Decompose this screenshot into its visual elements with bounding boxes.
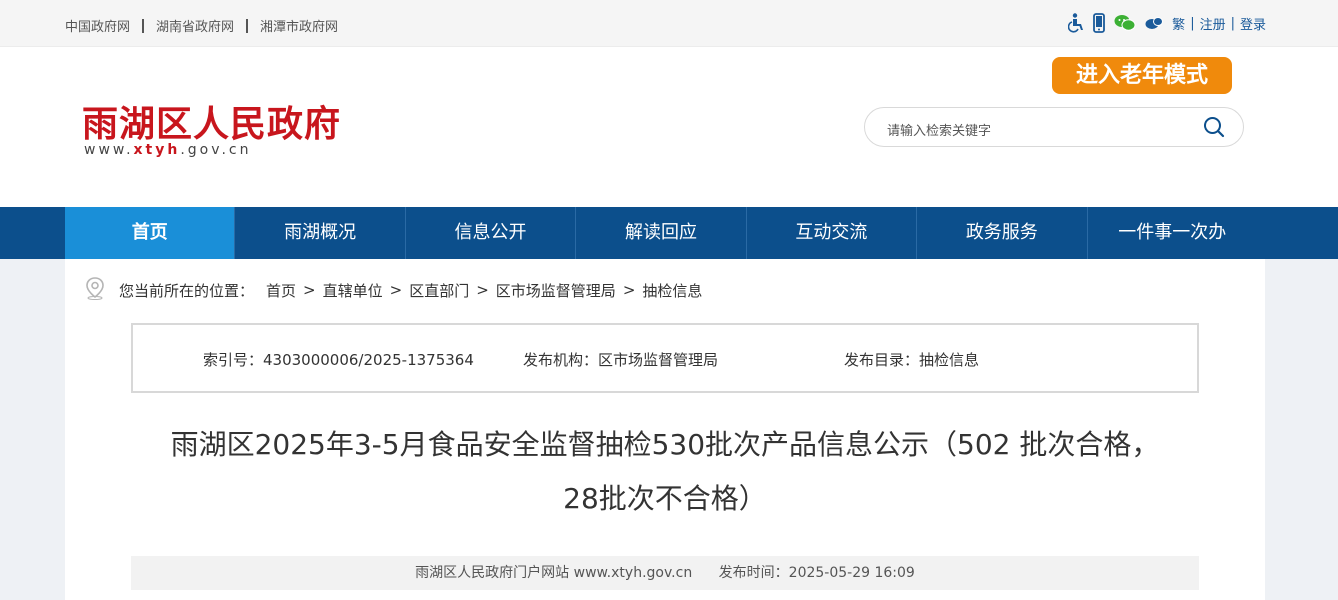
register-link[interactable]: 注册 (1200, 14, 1226, 33)
site-url: www.xtyh.gov.cn (84, 142, 251, 158)
article-info-bar: 雨湖区人民政府门户网站 www.xtyh.gov.cn 发布时间：2025-05… (131, 556, 1199, 590)
top-bar: 中国政府网 湖南省政府网 湘潭市政府网 繁 | 注册 | 登录 (0, 0, 1338, 47)
article-title-line2: 28批次不合格） (563, 482, 767, 515)
site-title[interactable]: 雨湖区人民政府 (82, 95, 341, 147)
location-pin-icon (85, 276, 105, 304)
divider: | (1190, 15, 1195, 31)
breadcrumb-district-depts[interactable]: 区直部门 (409, 280, 469, 301)
nav-interpretation[interactable]: 解读回应 (576, 207, 747, 259)
index-number: 索引号：4303000006/2025-1375364 (203, 351, 474, 369)
article-title: 雨湖区2025年3-5月食品安全监督抽检530批次产品信息公示（502 批次合格… (131, 418, 1199, 526)
article-meta-box: 索引号：4303000006/2025-1375364 发布机构：区市场监督管理… (131, 323, 1199, 393)
article-source: 雨湖区人民政府门户网站 www.xtyh.gov.cn (415, 565, 693, 581)
traditional-chinese-link[interactable]: 繁 (1172, 14, 1185, 33)
main-nav: 首页 雨湖概况 信息公开 解读回应 互动交流 政务服务 一件事一次办 (0, 207, 1338, 259)
top-right-tools: 繁 | 注册 | 登录 (1068, 13, 1266, 33)
nav-overview[interactable]: 雨湖概况 (235, 207, 406, 259)
breadcrumb: 您当前所在的位置： 首页 > 直辖单位 > 区直部门 > 区市场监督管理局 > … (85, 276, 702, 304)
divider: | (1230, 15, 1235, 31)
breadcrumb-separator: > (303, 281, 316, 299)
breadcrumb-inspection-info[interactable]: 抽检信息 (642, 280, 702, 301)
breadcrumb-direct-units[interactable]: 直辖单位 (323, 280, 383, 301)
nav-one-thing[interactable]: 一件事一次办 (1088, 207, 1257, 259)
breadcrumb-separator: > (622, 281, 636, 299)
mobile-icon[interactable] (1093, 13, 1106, 33)
search-icon[interactable] (1203, 116, 1225, 142)
breadcrumb-label: 您当前所在的位置： (119, 281, 255, 300)
nav-interaction[interactable]: 互动交流 (747, 207, 918, 259)
article-title-line1: 雨湖区2025年3-5月食品安全监督抽检530批次产品信息公示（502 批次合格… (170, 428, 1160, 461)
login-link[interactable]: 登录 (1240, 14, 1266, 33)
wechat-icon[interactable] (1114, 14, 1136, 32)
link-hunan-gov[interactable]: 湖南省政府网 (156, 16, 234, 35)
link-xiangtan-gov[interactable]: 湘潭市政府网 (260, 16, 338, 35)
link-gov-cn[interactable]: 中国政府网 (65, 16, 130, 35)
breadcrumb-market-bureau[interactable]: 区市场监督管理局 (496, 280, 616, 301)
divider (142, 18, 145, 33)
accessibility-icon[interactable] (1068, 13, 1084, 33)
url-brand: xtyh (133, 142, 181, 158)
url-prefix: www. (84, 142, 134, 158)
divider (246, 18, 249, 33)
url-suffix: .gov.cn (180, 142, 252, 158)
publisher: 发布机构：区市场监督管理局 (523, 351, 719, 369)
search-input[interactable]: 请输入检索关键字 (864, 107, 1244, 147)
nav-info-disclosure[interactable]: 信息公开 (406, 207, 577, 259)
nav-gov-services[interactable]: 政务服务 (917, 207, 1088, 259)
search-placeholder: 请输入检索关键字 (887, 124, 992, 139)
top-links: 中国政府网 湖南省政府网 湘潭市政府网 (65, 16, 338, 35)
breadcrumb-separator: > (389, 281, 403, 299)
breadcrumb-home[interactable]: 首页 (266, 280, 296, 301)
weibo-icon[interactable] (1145, 16, 1164, 30)
elder-mode-button[interactable]: 进入老年模式 (1052, 57, 1232, 94)
article-publish-time: 发布时间：2025-05-29 16:09 (718, 565, 915, 581)
page-background (1265, 259, 1338, 600)
nav-home[interactable]: 首页 (65, 207, 236, 259)
page-background (0, 259, 65, 600)
breadcrumb-separator: > (476, 281, 489, 299)
catalog: 发布目录：抽检信息 (844, 351, 980, 369)
